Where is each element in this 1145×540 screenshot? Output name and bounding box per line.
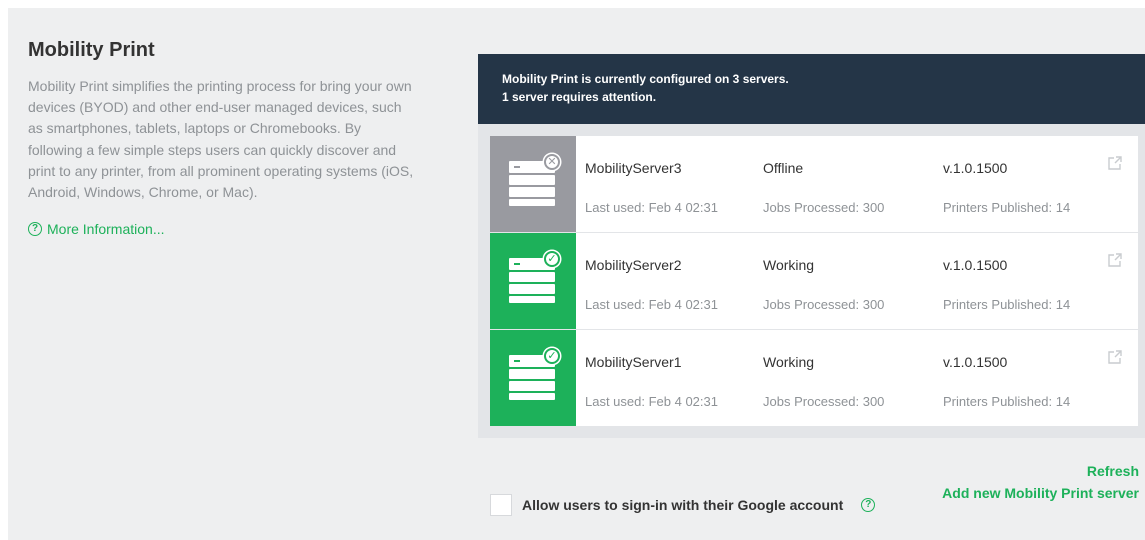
- server-name: MobilityServer2: [585, 257, 682, 273]
- banner-line-2: 1 server requires attention.: [502, 90, 657, 104]
- server-row: ✓ MobilityServer2 Working v.1.0.1500 Las…: [490, 233, 1138, 329]
- server-last-used: Last used: Feb 4 02:31: [585, 297, 718, 312]
- server-status-tile: ✓: [490, 330, 576, 426]
- google-signin-label: Allow users to sign-in with their Google…: [522, 497, 844, 513]
- server-details: MobilityServer1 Working v.1.0.1500 Last …: [576, 330, 1138, 426]
- more-information-link[interactable]: ? More Information...: [28, 221, 418, 237]
- server-row: ✕ MobilityServer3 Offline v.1.0.1500 Las…: [490, 136, 1138, 232]
- server-list: ✕ MobilityServer3 Offline v.1.0.1500 Las…: [478, 124, 1145, 438]
- server-last-used: Last used: Feb 4 02:31: [585, 394, 718, 409]
- add-server-link[interactable]: Add new Mobility Print server: [942, 482, 1139, 504]
- more-information-label: More Information...: [47, 221, 165, 238]
- server-name: MobilityServer3: [585, 160, 682, 176]
- check-badge-icon: ✓: [544, 348, 560, 364]
- server-printers-published: Printers Published: 14: [943, 394, 1071, 409]
- server-status: Offline: [763, 160, 804, 176]
- page-description: Mobility Print simplifies the printing p…: [28, 78, 414, 201]
- server-version: v.1.0.1500: [943, 257, 1008, 273]
- external-link-icon[interactable]: [1108, 253, 1122, 267]
- server-last-used: Last used: Feb 4 02:31: [585, 200, 718, 215]
- google-signin-checkbox[interactable]: [490, 494, 512, 516]
- server-jobs-processed: Jobs Processed: 300: [763, 394, 885, 409]
- google-signin-option: Allow users to sign-in with their Google…: [490, 494, 876, 516]
- refresh-link[interactable]: Refresh: [942, 460, 1139, 482]
- server-details: MobilityServer2 Working v.1.0.1500 Last …: [576, 233, 1138, 329]
- server-status-tile: ✓: [490, 233, 576, 329]
- page-title: Mobility Print: [28, 39, 155, 61]
- banner-line-1: Mobility Print is currently configured o…: [502, 72, 789, 86]
- mobility-print-panel: Mobility Print Mobility Print simplifies…: [8, 8, 1145, 540]
- help-icon: ?: [28, 222, 42, 237]
- server-version: v.1.0.1500: [943, 160, 1008, 176]
- external-link-icon[interactable]: [1108, 350, 1122, 364]
- server-status: Working: [763, 257, 815, 273]
- check-badge-icon: ✓: [544, 251, 560, 267]
- server-details: MobilityServer3 Offline v.1.0.1500 Last …: [576, 136, 1138, 232]
- help-icon[interactable]: ?: [861, 498, 876, 512]
- error-badge-icon: ✕: [544, 154, 560, 170]
- external-link-icon[interactable]: [1108, 156, 1122, 170]
- server-printers-published: Printers Published: 14: [943, 297, 1071, 312]
- server-printers-published: Printers Published: 14: [943, 200, 1071, 215]
- intro-section: Mobility Print Mobility Print simplifies…: [28, 38, 418, 237]
- server-actions: Refresh Add new Mobility Print server: [942, 460, 1139, 504]
- server-jobs-processed: Jobs Processed: 300: [763, 297, 885, 312]
- server-status: Working: [763, 354, 815, 370]
- status-banner: Mobility Print is currently configured o…: [478, 54, 1145, 124]
- server-name: MobilityServer1: [585, 354, 682, 370]
- server-jobs-processed: Jobs Processed: 300: [763, 200, 885, 215]
- server-version: v.1.0.1500: [943, 354, 1008, 370]
- server-row: ✓ MobilityServer1 Working v.1.0.1500 Las…: [490, 330, 1138, 426]
- server-status-tile: ✕: [490, 136, 576, 232]
